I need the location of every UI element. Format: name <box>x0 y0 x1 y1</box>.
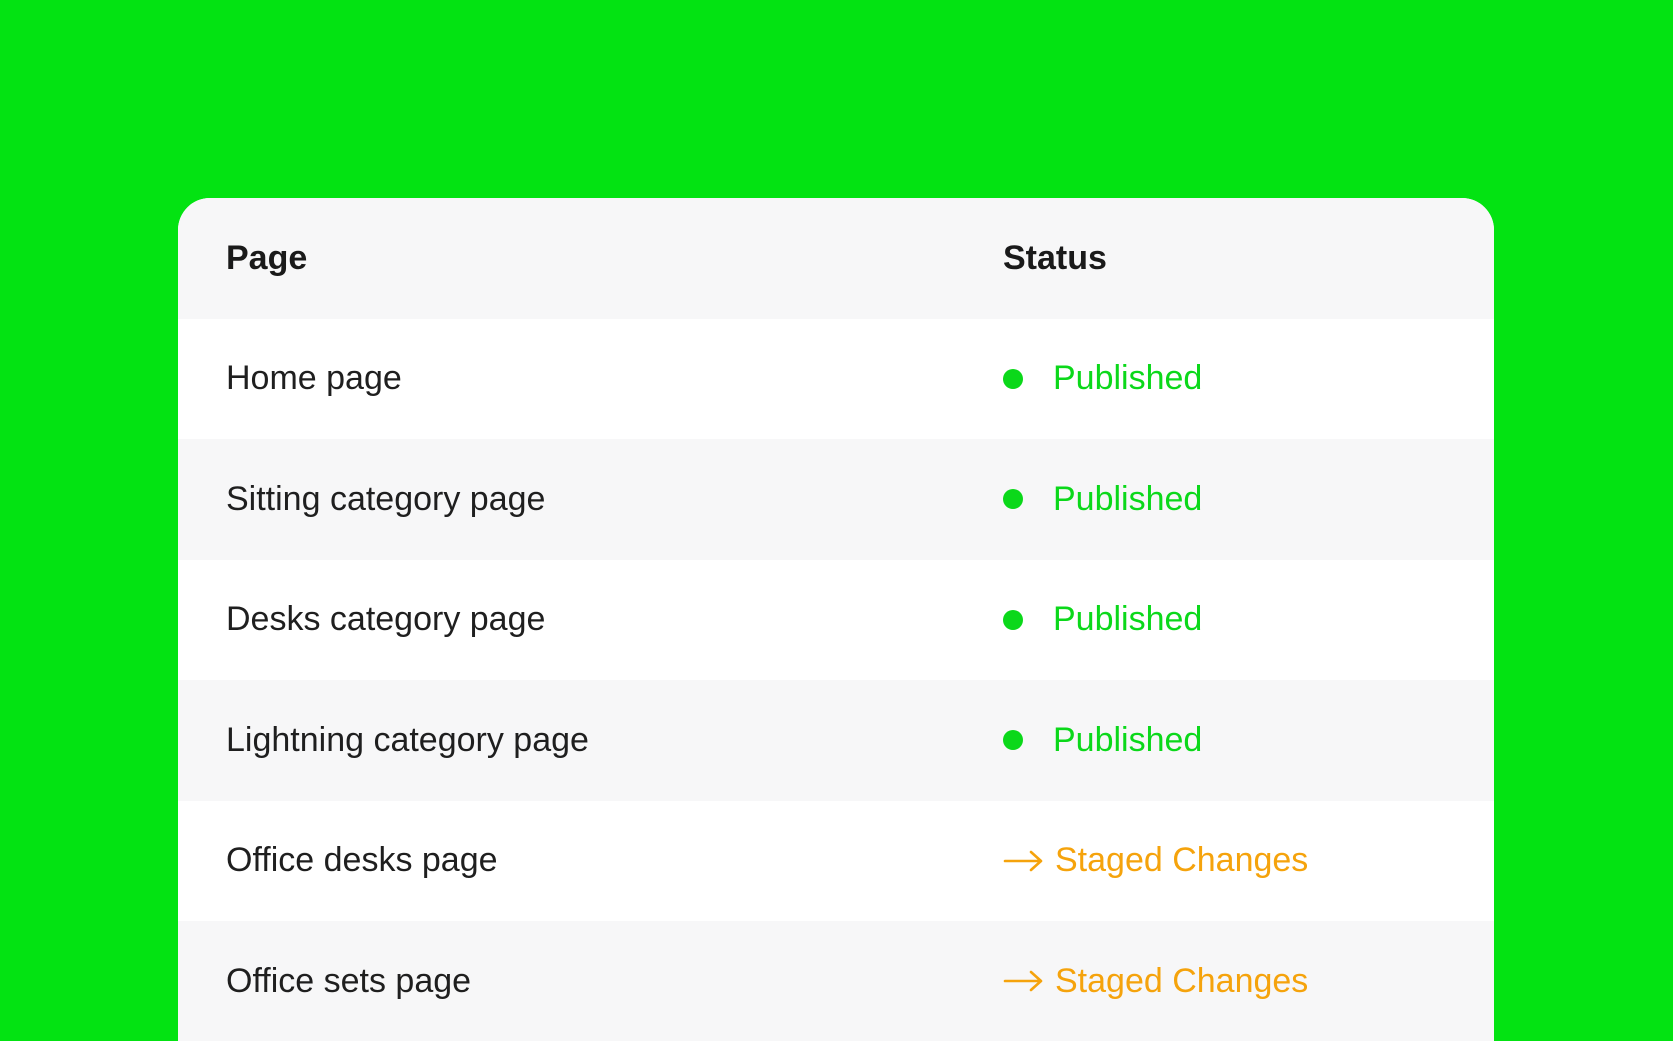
page-name: Lightning category page <box>226 720 589 759</box>
page-name: Desks category page <box>226 600 546 639</box>
page-name: Office sets page <box>226 961 472 1000</box>
column-header-status: Status <box>1003 238 1107 277</box>
table-row[interactable]: Home page Published <box>178 319 1494 440</box>
status-badge: Published <box>1003 600 1202 639</box>
arrow-right-icon <box>1003 850 1043 872</box>
table-row[interactable]: Lightning category page Published <box>178 680 1494 801</box>
table-row[interactable]: Sitting category page Published <box>178 439 1494 560</box>
status-badge: Published <box>1003 721 1202 760</box>
table-row[interactable]: Desks category page Published <box>178 560 1494 681</box>
column-header-page: Page <box>226 238 308 277</box>
status-badge: Staged Changes <box>1003 841 1308 880</box>
status-label: Published <box>1053 479 1203 518</box>
arrow-right-icon <box>1003 970 1043 992</box>
status-label: Published <box>1053 720 1203 759</box>
page-name: Sitting category page <box>226 479 546 518</box>
pages-status-table: Page Status Home page Published Sitting ca… <box>178 198 1494 1041</box>
status-badge: Published <box>1003 480 1202 519</box>
status-badge: Staged Changes <box>1003 962 1308 1001</box>
page-name: Office desks page <box>226 841 498 880</box>
status-dot-icon <box>1003 368 1023 389</box>
status-dot-icon <box>1003 730 1023 751</box>
table-row[interactable]: Office sets page Staged Changes <box>178 921 1494 1041</box>
status-label: Published <box>1053 600 1203 639</box>
table-body: Home page Published Sitting category page P… <box>178 319 1494 1041</box>
status-dot-icon <box>1003 609 1023 630</box>
table-row[interactable]: Office desks page Staged Changes <box>178 801 1494 922</box>
status-label: Published <box>1053 359 1203 398</box>
table-header: Page Status <box>178 198 1494 319</box>
page-name: Home page <box>226 359 402 398</box>
status-dot-icon <box>1003 489 1023 510</box>
status-badge: Published <box>1003 359 1202 398</box>
status-label: Staged Changes <box>1055 841 1309 880</box>
status-label: Staged Changes <box>1055 961 1309 1000</box>
